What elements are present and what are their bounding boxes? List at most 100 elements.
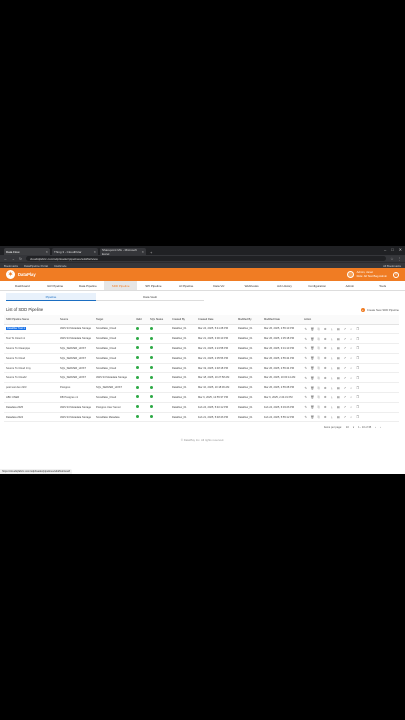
reload-icon[interactable]: ↻ [19,257,22,261]
all-bookmarks[interactable]: All Bookmarks [383,264,401,268]
document-icon[interactable]: ▤ [337,405,341,409]
open-icon[interactable]: ↗ [343,405,347,409]
column-header-1[interactable]: Source [58,315,94,325]
open-icon[interactable]: ↗ [343,415,347,419]
download-icon[interactable]: ⤓ [330,356,334,360]
duplicate-icon[interactable]: ❐ [356,346,360,350]
nav-item-9[interactable]: Configuration [301,284,334,288]
settings-icon[interactable]: ⚙ [324,405,328,409]
bookmark-item[interactable]: DataPipeline Portal [24,264,48,268]
duplicate-icon[interactable]: ❐ [356,405,360,409]
document-icon[interactable]: ▤ [337,386,341,390]
open-icon[interactable]: ↗ [343,386,347,390]
page-size-select[interactable]: 10 [346,426,349,429]
search-icon[interactable]: ⌕ [350,415,354,419]
close-icon[interactable]: ✕ [93,250,96,254]
create-pipeline-button[interactable]: + Create New SDD Pipeline [360,307,399,312]
document-icon[interactable]: ▤ [337,327,341,331]
column-header-4[interactable]: SQL Status [148,315,170,325]
settings-icon[interactable]: ⚙ [324,376,328,380]
duplicate-icon[interactable]: ❐ [356,327,360,331]
table-row[interactable]: Datadata 2025 AWS S3 Metadata Storage Post… [4,402,399,413]
nav-item-10[interactable]: Admin [334,284,367,288]
column-header-3[interactable]: Valid [134,315,148,325]
back-icon[interactable]: ← [4,257,8,261]
delete-icon[interactable]: 🗑 [310,366,314,370]
edit-icon[interactable]: ✎ [304,366,308,370]
nav-item-8[interactable]: Job History [268,284,301,288]
document-icon[interactable]: ▤ [337,346,341,350]
edit-icon[interactable]: ✎ [304,346,308,350]
next-page-icon[interactable]: › [380,426,381,429]
search-icon[interactable]: ⌕ [350,337,354,341]
tab-data-vault[interactable]: Data Vault [96,293,204,301]
download-icon[interactable]: ⤓ [330,395,334,399]
open-icon[interactable]: ↗ [343,376,347,380]
open-icon[interactable]: ↗ [343,346,347,350]
download-icon[interactable]: ⤓ [330,337,334,341]
settings-icon[interactable]: ⚙ [324,346,328,350]
nav-item-1[interactable]: ILR Pipeline [39,284,72,288]
nav-item-7[interactable]: Webhooks [235,284,268,288]
maximize-icon[interactable]: □ [391,247,393,252]
duplicate-icon[interactable]: ❐ [356,356,360,360]
url-input[interactable]: cloudiqfabric.com/sdp/loader/pipelines/s… [25,256,387,261]
table-row[interactable]: Source To Cloud SQL_SERVER_HOST Snowflake_… [4,353,399,364]
settings-icon[interactable]: ⚙ [324,395,328,399]
delete-icon[interactable]: 🗑 [310,405,314,409]
copy-icon[interactable]: ⎘ [317,376,321,380]
open-icon[interactable]: ↗ [343,327,347,331]
delete-icon[interactable]: 🗑 [310,346,314,350]
nav-item-4[interactable]: SPI Pipeline [137,284,170,288]
delete-icon[interactable]: 🗑 [310,376,314,380]
download-icon[interactable]: ⤓ [330,346,334,350]
edit-icon[interactable]: ✎ [304,415,308,419]
download-icon[interactable]: ⤓ [330,415,334,419]
table-row[interactable]: Source To Cloud Jrny SQL_SERVER_HOST Snowf… [4,363,399,374]
copy-icon[interactable]: ⎘ [317,405,321,409]
copy-icon[interactable]: ⎘ [317,386,321,390]
search-icon[interactable]: ⌕ [350,395,354,399]
column-header-8[interactable]: Modified Date [262,315,302,325]
nav-item-6[interactable]: Data Viz [203,284,236,288]
browser-tab-0[interactable]: Data Flow ✕ [4,248,50,255]
delete-icon[interactable]: 🗑 [310,356,314,360]
download-icon[interactable]: ⤓ [330,327,334,331]
bookmark-item[interactable]: Bookmarks [4,264,18,268]
column-header-9[interactable]: Action [302,315,399,325]
open-icon[interactable]: ↗ [343,337,347,341]
delete-icon[interactable]: 🗑 [310,415,314,419]
edit-icon[interactable]: ✎ [304,405,308,409]
document-icon[interactable]: ▤ [337,337,341,341]
open-icon[interactable]: ↗ [343,366,347,370]
minimize-icon[interactable]: – [384,247,386,252]
prev-page-icon[interactable]: ‹ [375,426,376,429]
document-icon[interactable]: ▤ [337,415,341,419]
delete-icon[interactable]: 🗑 [310,327,314,331]
bookmark-item[interactable]: Intellicode [54,264,67,268]
column-header-2[interactable]: Target [94,315,134,325]
download-icon[interactable]: ⤓ [330,366,334,370]
copy-icon[interactable]: ⎘ [317,366,321,370]
search-icon[interactable]: ⌕ [350,405,354,409]
nav-item-2[interactable]: Data Pipeline [72,284,105,288]
document-icon[interactable]: ▤ [337,366,341,370]
settings-icon[interactable]: ⚙ [324,327,328,331]
edit-icon[interactable]: ✎ [304,376,308,380]
copy-icon[interactable]: ⎘ [317,415,321,419]
delete-icon[interactable]: 🗑 [310,337,314,341]
duplicate-icon[interactable]: ❐ [356,366,360,370]
column-header-0[interactable]: SDD Pipeline Name [4,315,58,325]
tab-pipeline[interactable]: Pipeline [6,293,96,301]
nav-item-0[interactable]: Dashboard [6,284,39,288]
open-icon[interactable]: ↗ [343,356,347,360]
settings-icon[interactable]: ⚙ [324,386,328,390]
search-icon[interactable]: ⌕ [350,327,354,331]
search-icon[interactable]: ⌕ [350,346,354,350]
table-row[interactable]: Datadata 2024 AWS S3 Metadata Storage Snow… [4,412,399,423]
copy-icon[interactable]: ⎘ [317,327,321,331]
document-icon[interactable]: ▤ [337,356,341,360]
settings-icon[interactable]: ⚙ [324,366,328,370]
nav-item-3[interactable]: SDD Pipeline [104,281,137,290]
table-row[interactable]: ABC USER DB Postgres v1 Snowflake_Cloud Dat… [4,392,399,403]
